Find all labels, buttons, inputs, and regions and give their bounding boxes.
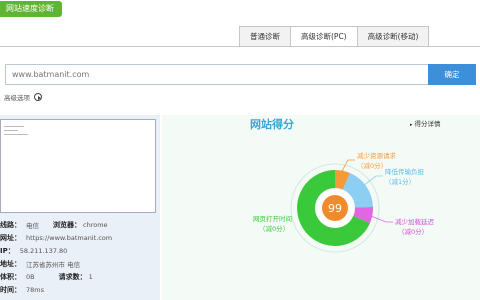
label-reduce-delay: 减少加载延迟 — [395, 217, 435, 226]
label-reduce-transfer: 降低传输负担 — [385, 167, 425, 176]
label-page-open-deduct: （减0分） — [259, 224, 289, 233]
page-root: 网站速度诊断 普通诊断 高级诊断(PC) 高级诊断(移动) 确定 高级选项 线路… — [0, 0, 480, 300]
score-value: 99 — [328, 202, 342, 215]
score-donut-chart: 99 网页打开时间 （减0分） 减少资源请求 （减0分） 降低传输负担 （减1分… — [253, 151, 435, 253]
leader-line-transfer — [362, 175, 383, 187]
leader-line-requests — [341, 159, 355, 172]
label-reduce-requests-deduct: （减0分） — [357, 161, 387, 170]
label-reduce-requests: 减少资源请求 — [357, 151, 397, 160]
label-page-open-time: 网页打开时间 — [253, 214, 292, 223]
label-reduce-transfer-deduct: （减1分） — [385, 177, 415, 186]
leader-line-delay — [370, 215, 393, 223]
label-reduce-delay-deduct: （减0分） — [398, 227, 428, 236]
